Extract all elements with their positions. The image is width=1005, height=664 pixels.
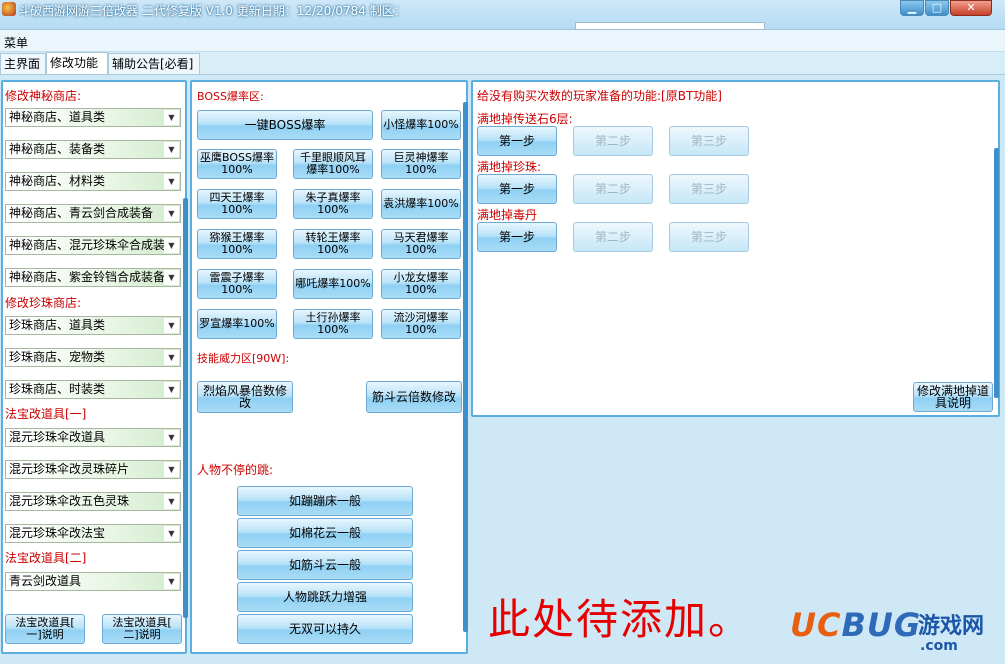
chevron-down-icon: ▼ xyxy=(164,574,179,589)
chevron-down-icon: ▼ xyxy=(164,206,179,221)
dropdown-mystery-5[interactable]: 神秘商店、混元珍珠伞合成装 ▼ xyxy=(5,236,181,255)
pearl-step3-button[interactable]: 第三步 xyxy=(669,174,749,204)
chevron-down-icon: ▼ xyxy=(164,238,179,253)
pearl-step1-button[interactable]: 第一步 xyxy=(477,174,557,204)
jump-trampoline-button[interactable]: 如蹦蹦床一般 xyxy=(237,486,413,516)
close-button[interactable]: ✕ xyxy=(950,0,992,16)
teleport-step1-button[interactable]: 第一步 xyxy=(477,126,557,156)
dropdown-mystery-3[interactable]: 神秘商店、材料类 ▼ xyxy=(5,172,181,191)
boss-drop-button[interactable]: 哪吒爆率100% xyxy=(293,269,373,299)
boss-drop-button[interactable]: 朱子真爆率 100% xyxy=(293,189,373,219)
menu-bar: 菜单 xyxy=(0,30,1005,52)
ground-drop-explain-button[interactable]: 修改满地掉道 具说明 xyxy=(913,382,993,412)
boss-drop-button[interactable]: 千里眼顺风耳 爆率100% xyxy=(293,149,373,179)
label-treasure-2: 法宝改道具[二] xyxy=(5,551,87,565)
chevron-down-icon: ▼ xyxy=(164,350,179,365)
pearl-step2-button[interactable]: 第二步 xyxy=(573,174,653,204)
boss-drop-button[interactable]: 雷震子爆率 100% xyxy=(197,269,277,299)
boss-drop-button[interactable]: 袁洪爆率100% xyxy=(381,189,461,219)
boss-drop-button[interactable]: 巫鹰BOSS爆率 100% xyxy=(197,149,277,179)
poison-step3-button[interactable]: 第三步 xyxy=(669,222,749,252)
small-monster-drop-button[interactable]: 小怪爆率100% xyxy=(381,110,461,140)
chevron-down-icon: ▼ xyxy=(164,494,179,509)
left-panel xyxy=(1,80,188,654)
dropdown-treasure1-4[interactable]: 混元珍珠伞改法宝 ▼ xyxy=(5,524,181,543)
title-input-strip xyxy=(575,22,765,30)
minimize-button[interactable]: ▁ xyxy=(900,0,924,16)
boss-drop-button[interactable]: 马天君爆率 100% xyxy=(381,229,461,259)
chevron-down-icon: ▼ xyxy=(164,430,179,445)
watermark-logo: UCBUG xyxy=(790,606,922,644)
boss-drop-button[interactable]: 四天王爆率 100% xyxy=(197,189,277,219)
chevron-down-icon: ▼ xyxy=(164,318,179,333)
maximize-button[interactable]: □ xyxy=(925,0,949,16)
chevron-down-icon: ▼ xyxy=(164,526,179,541)
jump-cotton-cloud-button[interactable]: 如棉花云一般 xyxy=(237,518,413,548)
watermark-com: .com xyxy=(920,638,958,654)
label-teleport-stone: 满地掉传送石6层: xyxy=(477,112,573,126)
tab-notice[interactable]: 辅助公告[必看] xyxy=(108,53,200,75)
label-boss-area: BOSS爆率区: xyxy=(197,90,264,103)
unlimited-duration-button[interactable]: 无双可以持久 xyxy=(237,614,413,644)
placeholder-text: 此处待添加。 xyxy=(488,595,753,644)
poison-step1-button[interactable]: 第一步 xyxy=(477,222,557,252)
boss-drop-button[interactable]: 巨灵神爆率 100% xyxy=(381,149,461,179)
chevron-down-icon: ▼ xyxy=(164,382,179,397)
right-panel-header: 给没有购买次数的玩家准备的功能:[原BT功能] xyxy=(477,89,722,103)
middle-scrollbar[interactable] xyxy=(463,102,468,632)
chevron-down-icon: ▼ xyxy=(164,462,179,477)
chevron-down-icon: ▼ xyxy=(164,142,179,157)
jump-power-button[interactable]: 人物跳跃力增强 xyxy=(237,582,413,612)
label-mystery-shop: 修改神秘商店: xyxy=(5,89,82,103)
dropdown-mystery-6[interactable]: 神秘商店、紫金铃铛合成装备 ▼ xyxy=(5,268,181,287)
title-bar: 斗破西游网游三倍改器 二代修复版 V1.0 更新日期：12/20/0784 制区… xyxy=(0,0,1005,30)
poison-step2-button[interactable]: 第二步 xyxy=(573,222,653,252)
boss-drop-button[interactable]: 土行孙爆率 100% xyxy=(293,309,373,339)
jump-somersault-button[interactable]: 如筋斗云一般 xyxy=(237,550,413,580)
teleport-step3-button[interactable]: 第三步 xyxy=(669,126,749,156)
all-boss-drop-button[interactable]: 一键BOSS爆率 xyxy=(197,110,373,140)
menu-item-main[interactable]: 菜单 xyxy=(4,34,28,51)
chevron-down-icon: ▼ xyxy=(164,270,179,285)
dropdown-treasure1-1[interactable]: 混元珍珠伞改道具 ▼ xyxy=(5,428,181,447)
flame-storm-button[interactable]: 烈焰风暴倍数修改 xyxy=(197,381,293,413)
boss-drop-button[interactable]: 转轮王爆率 100% xyxy=(293,229,373,259)
label-pearl-drop: 满地掉珍珠: xyxy=(477,160,542,174)
boss-drop-button[interactable]: 罗宣爆率100% xyxy=(197,309,277,339)
label-poison-pill: 满地掉毒丹 xyxy=(477,208,538,222)
dropdown-mystery-4[interactable]: 神秘商店、青云剑合成装备 ▼ xyxy=(5,204,181,223)
boss-drop-button[interactable]: 小龙女爆率 100% xyxy=(381,269,461,299)
somersault-cloud-button[interactable]: 筋斗云倍数修改 xyxy=(366,381,462,413)
window-title: 斗破西游网游三倍改器 二代修复版 V1.0 更新日期：12/20/0784 制区… xyxy=(18,4,406,18)
dropdown-mystery-2[interactable]: 神秘商店、装备类 ▼ xyxy=(5,140,181,159)
chevron-down-icon: ▼ xyxy=(164,110,179,125)
dropdown-pearl-1[interactable]: 珍珠商店、道具类 ▼ xyxy=(5,316,181,335)
boss-drop-button[interactable]: 猕猴王爆率 100% xyxy=(197,229,277,259)
left-scrollbar[interactable] xyxy=(183,198,188,618)
label-treasure-1: 法宝改道具[一] xyxy=(5,407,87,421)
label-jump-area: 人物不停的跳: xyxy=(197,463,274,477)
treasure2-explain-button[interactable]: 法宝改道具[二]说明 xyxy=(102,614,182,644)
tab-main[interactable]: 主界面 xyxy=(0,53,46,75)
dropdown-treasure1-2[interactable]: 混元珍珠伞改灵珠碎片 ▼ xyxy=(5,460,181,479)
watermark: UCBUG 游戏网 .com xyxy=(790,606,1000,662)
dropdown-treasure1-3[interactable]: 混元珍珠伞改五色灵珠 ▼ xyxy=(5,492,181,511)
teleport-step2-button[interactable]: 第二步 xyxy=(573,126,653,156)
watermark-cn: 游戏网 xyxy=(918,614,985,639)
boss-drop-button[interactable]: 流沙河爆率 100% xyxy=(381,309,461,339)
chevron-down-icon: ▼ xyxy=(164,174,179,189)
dropdown-mystery-1[interactable]: 神秘商店、道具类 ▼ xyxy=(5,108,181,127)
dropdown-pearl-2[interactable]: 珍珠商店、宠物类 ▼ xyxy=(5,348,181,367)
app-icon xyxy=(2,2,16,16)
right-scrollbar[interactable] xyxy=(994,148,999,398)
treasure1-explain-button[interactable]: 法宝改道具[一]说明 xyxy=(5,614,85,644)
tab-modify[interactable]: 修改功能 xyxy=(46,52,108,76)
label-skill-area: 技能威力区[90W]: xyxy=(197,352,290,365)
dropdown-treasure2-1[interactable]: 青云剑改道具 ▼ xyxy=(5,572,181,591)
dropdown-pearl-3[interactable]: 珍珠商店、时装类 ▼ xyxy=(5,380,181,399)
label-pearl-shop: 修改珍珠商店: xyxy=(5,296,82,310)
